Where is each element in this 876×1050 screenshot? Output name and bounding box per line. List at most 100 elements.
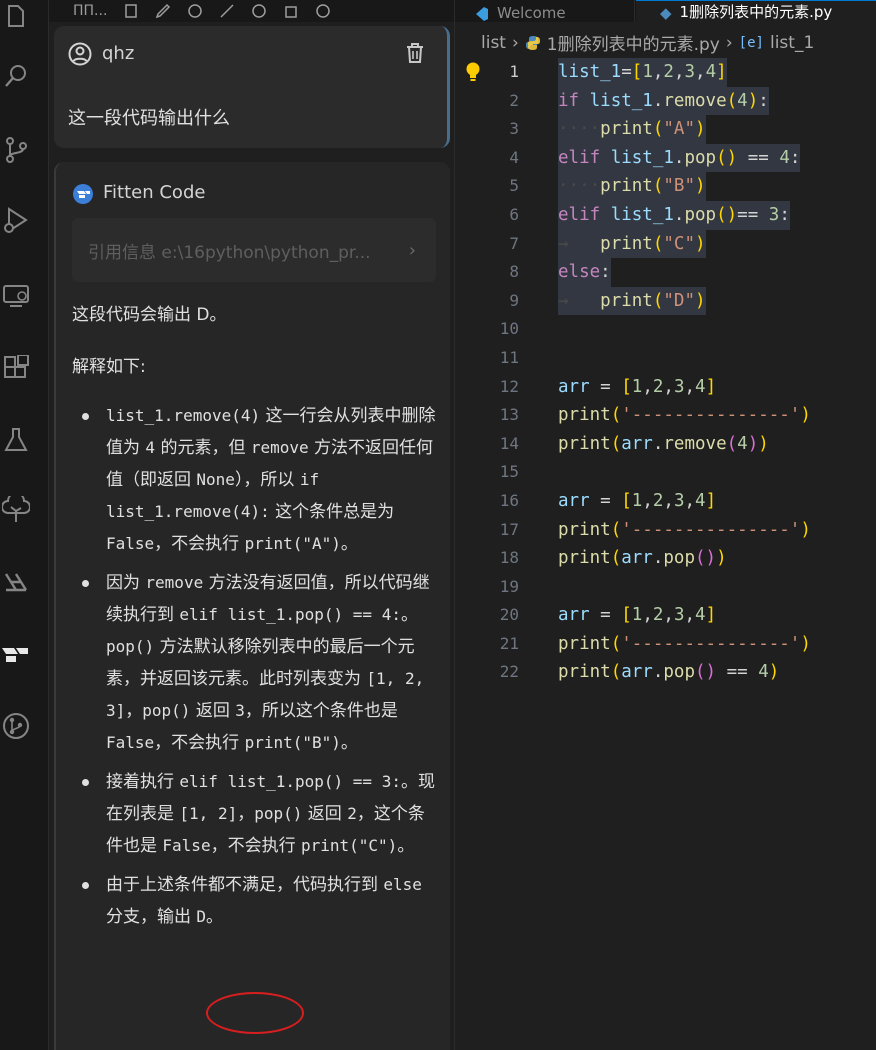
line-number: 19 bbox=[499, 576, 519, 596]
code-area[interactable]: 1 list_1=[1,2,3,4] 2 if list_1.remove(4): 3 ·… bbox=[455, 58, 876, 687]
tree-icon[interactable] bbox=[0, 490, 32, 530]
inline-code: print("B") bbox=[244, 733, 341, 752]
inline-code: False bbox=[162, 836, 211, 855]
inline-code: D bbox=[196, 907, 207, 926]
inline-code: False bbox=[106, 534, 155, 553]
testing-icon[interactable] bbox=[0, 420, 32, 460]
explanation-text: ，不会执行 bbox=[154, 534, 245, 554]
code-token: . bbox=[652, 548, 664, 569]
tools-icon[interactable] bbox=[219, 3, 235, 19]
explorer-icon[interactable] bbox=[0, 0, 32, 36]
code-token: ) bbox=[758, 433, 769, 454]
code-token: 3 bbox=[673, 490, 685, 511]
breadcrumb-symbol[interactable]: list_1 bbox=[770, 33, 814, 53]
new-chat-icon[interactable] bbox=[123, 3, 139, 19]
line-number: 14 bbox=[499, 433, 519, 453]
inline-code: remove bbox=[250, 438, 309, 457]
tab-python-file[interactable]: ◆ 1删除列表中的元素.py bbox=[636, 0, 876, 22]
explanation-text: 返回 bbox=[302, 804, 348, 824]
code-token: 2 bbox=[663, 62, 674, 82]
code-line: 21 print('---------------') bbox=[455, 630, 876, 659]
code-token: == bbox=[716, 662, 759, 683]
code-token: else bbox=[558, 262, 601, 283]
code-text: list_1=[1,2,3,4] bbox=[558, 58, 727, 87]
code-token: == bbox=[737, 204, 769, 225]
code-token: 4 bbox=[758, 662, 769, 683]
reference-info-row[interactable]: 引用信息 e:\16python\python_pr... › bbox=[72, 218, 436, 282]
code-token: arr bbox=[558, 376, 590, 397]
line-number: 7 bbox=[509, 233, 519, 253]
code-token: list_1 bbox=[558, 62, 622, 82]
edit-icon[interactable] bbox=[155, 3, 171, 19]
line-number: 18 bbox=[499, 548, 519, 568]
code-token: : bbox=[600, 262, 611, 283]
git-graph-icon[interactable] bbox=[0, 706, 32, 746]
line-number: 21 bbox=[499, 633, 519, 653]
more-icon[interactable] bbox=[315, 3, 331, 19]
tab-file-label: 1删除列表中的元素.py bbox=[679, 3, 833, 21]
code-text: print(arr.remove(4)) bbox=[558, 430, 769, 459]
code-token: ( bbox=[610, 405, 622, 426]
history-icon[interactable] bbox=[187, 3, 203, 19]
code-token: . bbox=[673, 147, 685, 168]
breadcrumb-file[interactable]: 1删除列表中的元素.py bbox=[547, 30, 720, 55]
code-token: 2 bbox=[652, 605, 664, 626]
explanation-text: ，不会执行 bbox=[154, 733, 245, 753]
explanation-text: ，不会执行 bbox=[210, 836, 301, 856]
line-number: 10 bbox=[499, 319, 519, 339]
explanation-list: list_1.remove(4) 这一行会从列表中删除值为 4 的元素，但 re… bbox=[80, 400, 440, 940]
breadcrumb-folder[interactable]: list bbox=[481, 33, 506, 53]
code-token: [ bbox=[621, 605, 632, 626]
code-text: print(arr.pop()) bbox=[558, 544, 727, 573]
code-text: arr = [1,2,3,4] bbox=[558, 601, 716, 630]
explanation-text: 。 bbox=[400, 605, 418, 625]
extensions-icon[interactable] bbox=[0, 348, 32, 388]
python-icon[interactable] bbox=[0, 562, 32, 602]
code-line: 11 bbox=[455, 344, 876, 373]
explanation-text: 。 bbox=[206, 907, 224, 927]
tab-welcome-label: Welcome bbox=[497, 4, 566, 22]
explanation-text: 因为 bbox=[106, 573, 146, 593]
code-token: ( bbox=[652, 290, 664, 311]
code-line: 6 elif list_1.pop()== 3: bbox=[455, 200, 876, 230]
code-token: elif bbox=[558, 147, 601, 168]
search-icon[interactable] bbox=[0, 56, 32, 96]
activity-bar bbox=[0, 0, 49, 1050]
inline-code: elif list_1.pop() == 3: bbox=[179, 772, 401, 791]
code-token: , bbox=[642, 605, 653, 626]
explanation-item: 因为 remove 方法没有返回值，所以代码继续执行到 elif list_1.… bbox=[80, 567, 440, 759]
code-line: 13 print('---------------') bbox=[455, 401, 876, 430]
delete-message-icon[interactable] bbox=[405, 42, 425, 64]
code-token: = bbox=[621, 62, 632, 82]
settings-icon[interactable] bbox=[251, 3, 267, 19]
inline-code: 4 bbox=[145, 438, 156, 457]
code-token: ( bbox=[610, 662, 622, 683]
code-token: 1 bbox=[631, 605, 643, 626]
code-token: arr bbox=[558, 605, 590, 626]
code-token: 3 bbox=[673, 605, 685, 626]
code-token: [ bbox=[621, 490, 632, 511]
code-token: , bbox=[663, 376, 674, 397]
code-token: → bbox=[558, 233, 601, 254]
fitten-icon[interactable] bbox=[0, 634, 32, 674]
code-token: print bbox=[558, 405, 611, 426]
remote-explorer-icon[interactable] bbox=[0, 276, 32, 316]
code-token: list_1 bbox=[610, 147, 674, 168]
source-control-icon[interactable] bbox=[0, 130, 32, 170]
code-text: → print("D") bbox=[558, 286, 706, 316]
run-debug-icon[interactable] bbox=[0, 200, 32, 240]
line-number: 8 bbox=[509, 262, 519, 282]
export-icon[interactable] bbox=[283, 3, 299, 19]
line-number: 22 bbox=[499, 662, 519, 682]
code-token: 4 bbox=[695, 490, 706, 511]
tab-welcome[interactable]: Welcome bbox=[455, 0, 635, 22]
code-token: 4 bbox=[737, 90, 748, 111]
explanation-text: 的元素，但 bbox=[155, 438, 251, 458]
code-token: 3 bbox=[673, 376, 685, 397]
line-number: 4 bbox=[509, 147, 519, 167]
python-file-icon: ◆ bbox=[660, 4, 672, 22]
code-token: , bbox=[663, 605, 674, 626]
code-text: arr = [1,2,3,4] bbox=[558, 373, 716, 402]
code-token: ) bbox=[716, 548, 727, 569]
